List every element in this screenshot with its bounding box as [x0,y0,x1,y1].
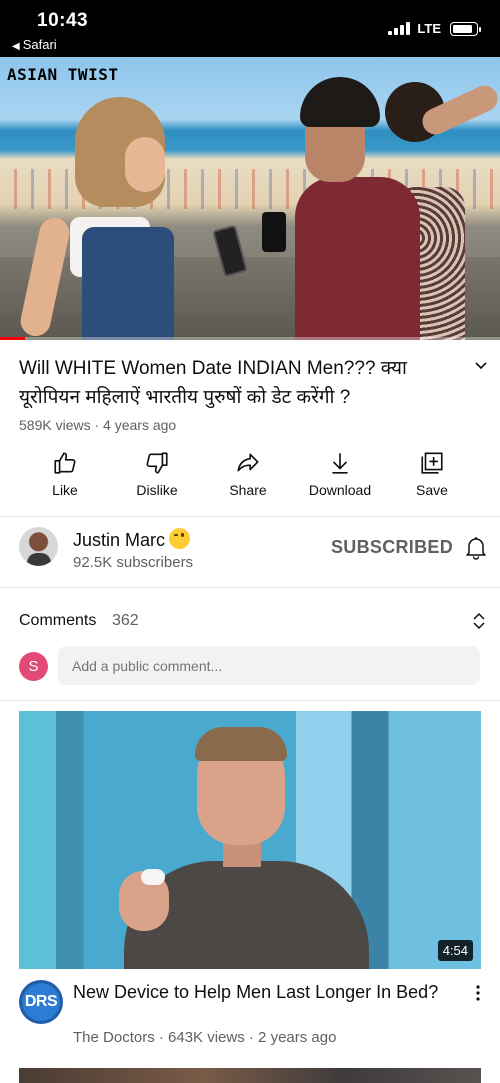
view-count: 589K views [19,417,91,433]
back-to-safari-link[interactable]: ◀ Safari [12,37,57,52]
next-thumbnail-peek[interactable] [19,1068,481,1083]
video-duration-badge: 4:54 [437,940,473,961]
status-indicators: LTE [388,21,481,36]
video-frame-man [280,77,430,340]
share-label: Share [229,482,267,498]
comment-input[interactable] [58,646,480,685]
more-options-icon[interactable] [470,983,486,1003]
video-progress-fill [0,337,25,340]
download-label: Download [308,482,372,498]
expand-collapse-icon[interactable] [472,612,486,630]
recommended-title[interactable]: New Device to Help Men Last Longer In Be… [73,981,453,1004]
video-player[interactable]: ASIAN TWIST [0,57,500,340]
video-overlay-text: ASIAN TWIST [7,65,119,84]
download-icon [332,453,348,474]
comments-heading[interactable]: Comments [19,612,96,630]
download-button[interactable]: Download [295,449,385,498]
network-type: LTE [417,21,441,36]
recommended-meta: The Doctors · 643K views · 2 years ago [73,1029,337,1046]
dislike-label: Dislike [136,482,178,498]
channel-name[interactable]: Justin Marc [73,528,191,551]
video-frame-woman [17,97,190,340]
back-arrow-icon: ◀ [12,41,20,52]
divider [0,587,500,588]
video-progress-bar[interactable] [0,337,500,340]
upload-age: 4 years ago [103,417,177,433]
thumbs-down-icon [146,452,168,474]
video-meta: 589K views · 4 years ago [19,417,177,433]
signal-icon [388,22,411,35]
save-label: Save [416,482,448,498]
save-button[interactable]: Save [387,449,477,498]
battery-icon [450,21,481,36]
video-frame-camera [262,212,286,252]
divider [0,516,500,517]
channel-logo[interactable]: DRS [19,980,63,1024]
like-label: Like [52,482,78,498]
subscribed-button[interactable]: SUBSCRIBED [331,537,453,558]
status-time: 10:43 [37,10,89,31]
dislike-button[interactable]: Dislike [112,449,202,498]
subscriber-count: 92.5K subscribers [73,554,194,571]
video-title[interactable]: Will WHITE Women Date INDIAN Men??? क्या… [19,354,449,412]
status-bar: 10:43 ◀ Safari LTE [0,0,500,57]
divider [0,700,500,701]
user-avatar: S [19,652,48,681]
channel-avatar[interactable] [19,527,58,566]
share-arrow-icon [237,453,259,472]
chevron-down-icon[interactable] [474,359,488,373]
action-row: Like Dislike Share Download Save [0,449,500,505]
share-button[interactable]: Share [203,449,293,498]
back-label: Safari [22,37,57,52]
comments-count: 362 [112,612,139,629]
playlist-add-icon [421,452,443,474]
winking-emoji-icon [169,528,191,549]
thumbs-up-icon [54,452,76,474]
like-button[interactable]: Like [20,449,110,498]
bell-icon[interactable] [465,534,487,560]
recommended-thumbnail[interactable]: 4:54 [19,711,481,969]
